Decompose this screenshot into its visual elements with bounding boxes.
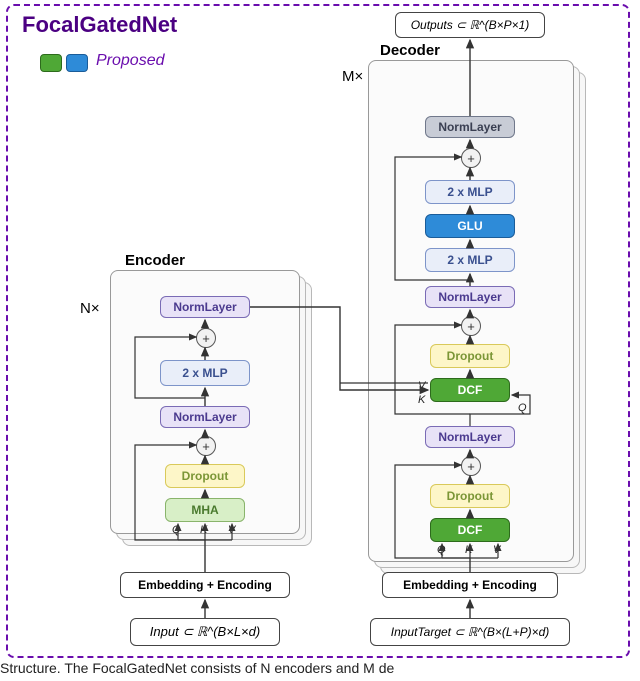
encoder-norm-1: NormLayer (160, 406, 250, 428)
decoder-add-3: + (461, 148, 481, 168)
decoder-v-label-1: V (493, 544, 500, 556)
encoder-mlp: 2 x MLP (160, 360, 250, 386)
encoder-embedding-box: Embedding + Encoding (120, 572, 290, 598)
encoder-add-1: + (196, 436, 216, 456)
legend-label-proposed: Proposed (96, 52, 165, 70)
decoder-v-label-2: V (418, 380, 425, 392)
encoder-times: N× (80, 300, 100, 317)
decoder-norm-1: NormLayer (425, 426, 515, 448)
encoder-q-label: Q (172, 524, 181, 536)
decoder-q-label-2: Q (518, 402, 527, 414)
decoder-k-label-2: K (418, 394, 425, 406)
encoder-title: Encoder (125, 252, 185, 269)
decoder-embedding-box: Embedding + Encoding (382, 572, 558, 598)
decoder-add-1: + (461, 456, 481, 476)
encoder-dropout: Dropout (165, 464, 245, 488)
decoder-title: Decoder (380, 42, 440, 59)
encoder-norm-2: NormLayer (160, 296, 250, 318)
decoder-times: M× (342, 68, 363, 85)
decoder-dcf-1: DCF (430, 518, 510, 542)
diagram-title: FocalGatedNet (22, 12, 177, 38)
decoder-output-box: Outputs ⊂ ℝ^(B×P×1) (395, 12, 545, 38)
decoder-input-box: InputTarget ⊂ ℝ^(B×(L+P)×d) (370, 618, 570, 646)
encoder-mha: MHA (165, 498, 245, 522)
decoder-q-label-1: Q (437, 544, 446, 556)
decoder-k-label-1: K (465, 544, 472, 556)
decoder-mlp-1: 2 x MLP (425, 248, 515, 272)
decoder-mlp-2: 2 x MLP (425, 180, 515, 204)
encoder-add-2: + (196, 328, 216, 348)
decoder-dropout-2: Dropout (430, 344, 510, 368)
encoder-k-label: K (200, 524, 207, 536)
encoder-v-label: V (228, 524, 235, 536)
decoder-norm-2: NormLayer (425, 286, 515, 308)
encoder-input-box: Input ⊂ ℝ^(B×L×d) (130, 618, 280, 646)
decoder-dropout-1: Dropout (430, 484, 510, 508)
figure-caption: Structure. The FocalGatedNet consists of… (0, 660, 640, 676)
decoder-dcf-2: DCF (430, 378, 510, 402)
legend-swatch-blue (66, 54, 88, 72)
legend-swatch-green (40, 54, 62, 72)
decoder-norm-3: NormLayer (425, 116, 515, 138)
decoder-add-2: + (461, 316, 481, 336)
decoder-glu: GLU (425, 214, 515, 238)
